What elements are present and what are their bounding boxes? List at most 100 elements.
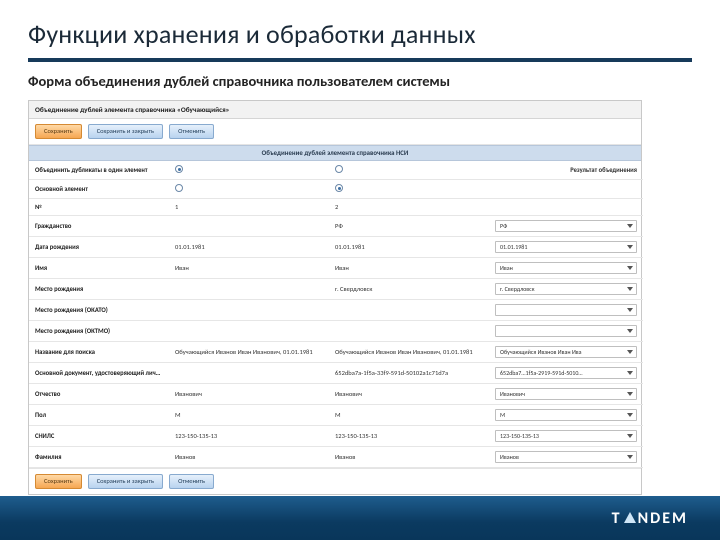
result-select[interactable]: Обучающийся Иванов Иван Ива (495, 346, 637, 358)
table-row: ПолМММ (29, 405, 643, 426)
chevron-down-icon (627, 392, 633, 396)
select-value: 123-150-135-13 (500, 432, 539, 440)
slide-subtitle: Форма объединения дублей справочника пол… (28, 72, 692, 90)
result-cell: Обучающийся Иванов Иван Ива (489, 342, 643, 363)
row-col2: Иванов (329, 447, 489, 468)
result-select[interactable]: РФ (495, 220, 637, 232)
select-value: 01.01.1981 (500, 243, 527, 251)
result-select[interactable]: М (495, 409, 637, 421)
row-col1: Иванов (169, 447, 329, 468)
section-band: Объединение дублей элемента справочника … (29, 145, 641, 161)
table-row: ИмяИванИванИван (29, 258, 643, 279)
radio-icon[interactable] (335, 184, 343, 192)
select-value: 652dba7…1f5a-2919-591d-5010… (500, 369, 583, 377)
row-col2: 123-150-135-13 (329, 426, 489, 447)
result-select[interactable] (495, 304, 637, 316)
row-col1: 01.01.1981 (169, 237, 329, 258)
row-col2: г. Свердловск (329, 279, 489, 300)
row-label: Место рождения (ОКТМО) (29, 321, 169, 342)
result-select[interactable]: г. Свердловск (495, 283, 637, 295)
result-cell: Иванов (489, 447, 643, 468)
result-cell: М (489, 405, 643, 426)
row-col2: РФ (329, 216, 489, 237)
row-label: Гражданство (29, 216, 169, 237)
radio-icon[interactable] (175, 184, 183, 192)
result-cell: 652dba7…1f5a-2919-591d-5010… (489, 363, 643, 384)
result-select[interactable]: Иван (495, 262, 637, 274)
row-col2: 01.01.1981 (329, 237, 489, 258)
result-cell (489, 321, 643, 342)
chevron-down-icon (627, 329, 633, 333)
row-label: Название для поиска (29, 342, 169, 363)
table-row: №12 (29, 199, 643, 216)
row-label: Место рождения (ОКАТО) (29, 300, 169, 321)
row-label: № (29, 199, 169, 216)
chevron-down-icon (627, 350, 633, 354)
row-col1 (169, 216, 329, 237)
table-row: Основной элемент (29, 180, 643, 199)
result-select[interactable] (495, 325, 637, 337)
row-col1 (169, 180, 329, 199)
app-screenshot: Объединение дублей элемента справочника … (28, 100, 642, 495)
chevron-down-icon (627, 308, 633, 312)
table-row: Название для поиска Обучающийся Иванов Ив… (29, 342, 643, 363)
select-value: Иванович (500, 390, 525, 398)
select-value: М (500, 411, 505, 419)
row-label: Основной элемент (29, 180, 169, 199)
slide-footer: T NDEM (0, 496, 720, 540)
row-label: Отчество (29, 384, 169, 405)
row-label: Основной документ, удостоверяющий личнос… (29, 363, 169, 384)
chevron-down-icon (627, 413, 633, 417)
save-button[interactable]: Сохранить (35, 474, 82, 489)
result-cell: 123-150-135-13 (489, 426, 643, 447)
result-cell: г. Свердловск (489, 279, 643, 300)
table-row: ОтчествоИвановичИвановичИванович (29, 384, 643, 405)
chevron-down-icon (627, 266, 633, 270)
table-row: Место рождения (ОКАТО) (29, 300, 643, 321)
chevron-down-icon (627, 455, 633, 459)
select-value: г. Свердловск (500, 285, 535, 293)
radio-icon[interactable] (175, 165, 183, 173)
row-col1: Иванович (169, 384, 329, 405)
app-header: Объединение дублей элемента справочника … (29, 101, 641, 119)
table-row: Дата рождения01.01.198101.01.198101.01.1… (29, 237, 643, 258)
toolbar-bottom: Сохранить Сохранить и закрыть Отменить (29, 468, 641, 494)
triangle-icon (624, 512, 636, 523)
select-value: РФ (500, 222, 507, 230)
row-col1 (169, 321, 329, 342)
row-col1 (169, 363, 329, 384)
result-cell (489, 199, 643, 216)
result-select[interactable]: Иванович (495, 388, 637, 400)
row-col1 (169, 300, 329, 321)
result-select[interactable]: 652dba7…1f5a-2919-591d-5010… (495, 367, 637, 379)
table-row: Основной документ, удостоверяющий личнос… (29, 363, 643, 384)
select-value: Обучающийся Иванов Иван Ива (500, 348, 582, 356)
row-col2: Обучающийся Иванов Иван Иванович, 01.01.… (329, 342, 489, 363)
save-close-button[interactable]: Сохранить и закрыть (88, 124, 163, 139)
result-cell (489, 300, 643, 321)
row-label: Объединить дубликаты в один элемент (29, 161, 169, 180)
result-select[interactable]: Иванов (495, 451, 637, 463)
radio-icon[interactable] (335, 165, 343, 173)
slide-title: Функции хранения и обработки данных (28, 18, 692, 50)
result-select[interactable]: 123-150-135-13 (495, 430, 637, 442)
table-row: СНИЛС123-150-135-13123-150-135-13123-150… (29, 426, 643, 447)
chevron-down-icon (627, 245, 633, 249)
row-label: Имя (29, 258, 169, 279)
cancel-button[interactable]: Отменить (169, 474, 214, 489)
result-select[interactable]: 01.01.1981 (495, 241, 637, 253)
row-col1 (169, 161, 329, 180)
row-col2: 652dba7a-1f5a-33f9-591d-50102a1c71d7a (329, 363, 489, 384)
save-close-button[interactable]: Сохранить и закрыть (88, 474, 163, 489)
row-col2: Иванович (329, 384, 489, 405)
table-row: Гражданство РФ РФ (29, 216, 643, 237)
result-cell: Иванович (489, 384, 643, 405)
row-col2 (329, 180, 489, 199)
cancel-button[interactable]: Отменить (169, 124, 214, 139)
row-col2 (329, 161, 489, 180)
result-cell (489, 180, 643, 199)
table-row: ФамилияИвановИвановИванов (29, 447, 643, 468)
row-col2 (329, 300, 489, 321)
save-button[interactable]: Сохранить (35, 124, 82, 139)
row-label: СНИЛС (29, 426, 169, 447)
